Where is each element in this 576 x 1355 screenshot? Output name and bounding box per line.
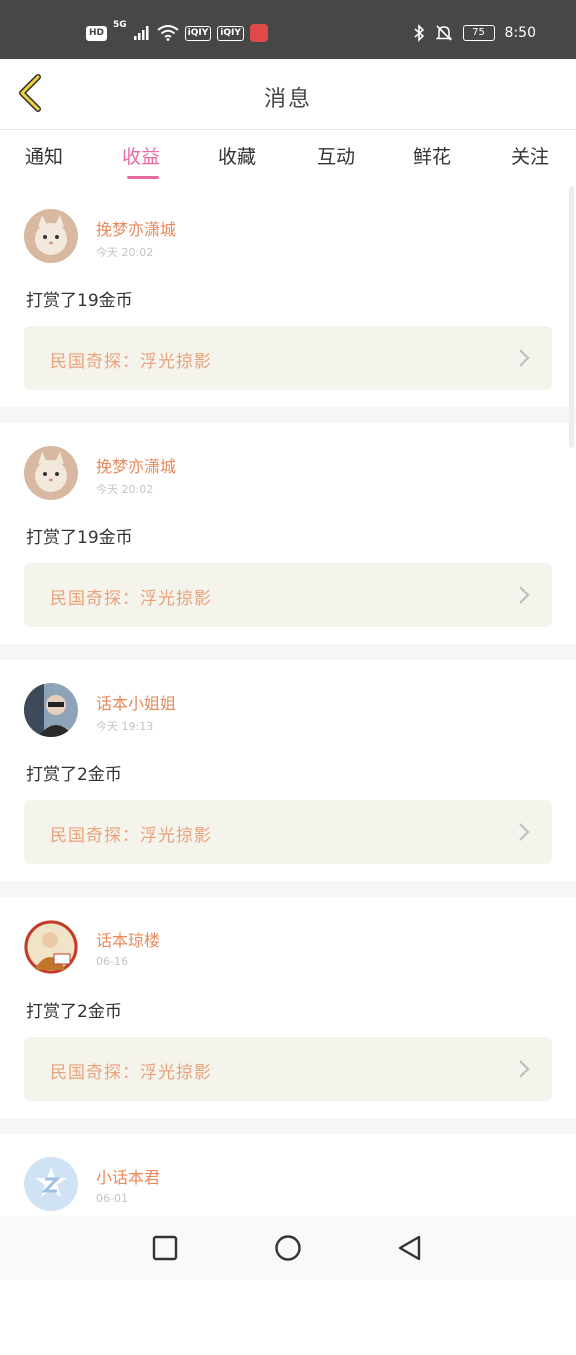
tab-bar: 通知 收益 收藏 互动 鲜花 关注 [0,130,576,186]
book-title: 民国奇探：浮光掠影 [50,589,212,609]
tab-favorites[interactable]: 收藏 [218,142,256,169]
status-bar: HD 5G iQIY iQIY 75 8:50 [0,0,576,59]
message-time: 06-16 [96,955,128,968]
message-card: 挽梦亦潇城 今天 20:02 打赏了19金币 民国奇探：浮光掠影 [0,186,576,407]
clock: 8:50 [504,25,536,41]
tab-following[interactable]: 关注 [511,142,549,169]
message-time: 今天 19:13 [96,720,154,733]
scrollbar[interactable] [569,186,574,448]
cat-avatar[interactable] [24,209,78,263]
message-time: 今天 20:02 [96,246,154,259]
iqiyi-notification-icon: iQIY [217,25,244,41]
book-link[interactable]: 民国奇探：浮光掠影 [24,563,552,627]
book-title: 民国奇探：浮光掠影 [50,1063,212,1083]
chevron-right-icon [519,1060,530,1078]
book-title: 民国奇探：浮光掠影 [50,352,212,372]
message-text: 打赏了19金币 [26,291,133,311]
message-text: 打赏了19金币 [26,528,133,548]
chevron-right-icon [519,586,530,604]
active-tab-indicator [127,176,159,179]
system-nav-bar [0,1216,576,1280]
message-card: 话本琼楼 06-16 打赏了2金币 民国奇探：浮光掠影 [0,897,576,1118]
book-title: 民国奇探：浮光掠影 [50,826,212,846]
status-left: HD 5G iQIY iQIY [86,20,268,42]
tab-flowers[interactable]: 鲜花 [413,142,451,169]
header: 消息 [0,59,576,130]
username[interactable]: 话本琼楼 [96,927,160,951]
iqiyi-notification-icon: iQIY [184,25,212,41]
book-link[interactable]: 民国奇探：浮光掠影 [24,800,552,864]
hd-badge: HD [86,25,108,41]
art-avatar[interactable] [24,920,78,974]
recent-apps-icon[interactable] [151,1234,179,1262]
book-link[interactable]: 民国奇探：浮光掠影 [24,1037,552,1101]
app-notification-icon [249,24,268,42]
book-link[interactable]: 民国奇探：浮光掠影 [24,326,552,390]
bluetooth-icon [414,24,424,42]
cat-avatar[interactable] [24,446,78,500]
signal-icon [133,26,149,40]
tab-interactions[interactable]: 互动 [317,142,355,169]
battery-icon: 75 [462,25,495,41]
username[interactable]: 挽梦亦潇城 [96,216,176,240]
username[interactable]: 话本小姐姐 [96,690,176,714]
mute-icon [435,25,452,41]
page-title: 消息 [263,87,312,112]
tab-notifications[interactable]: 通知 [25,142,63,169]
chevron-right-icon [519,823,530,841]
wifi-icon [157,25,179,41]
status-right: 75 8:50 [413,24,536,42]
username[interactable]: 挽梦亦潇城 [96,453,176,477]
message-card: 话本小姐姐 今天 19:13 打赏了2金币 民国奇探：浮光掠影 [0,660,576,881]
username[interactable]: 小话本君 [96,1164,160,1188]
message-card: 挽梦亦潇城 今天 20:02 打赏了19金币 民国奇探：浮光掠影 [0,423,576,644]
back-icon[interactable] [396,1234,424,1262]
person-avatar[interactable] [24,683,78,737]
message-time: 今天 20:02 [96,483,154,496]
default-avatar[interactable] [24,1157,78,1211]
message-time: 06-01 [96,1192,128,1205]
network-type: 5G [113,20,127,30]
tab-earnings[interactable]: 收益 [122,142,160,169]
chevron-right-icon [519,349,530,367]
message-text: 打赏了2金币 [26,765,122,785]
message-text: 打赏了2金币 [26,1002,122,1022]
home-icon[interactable] [274,1234,302,1262]
